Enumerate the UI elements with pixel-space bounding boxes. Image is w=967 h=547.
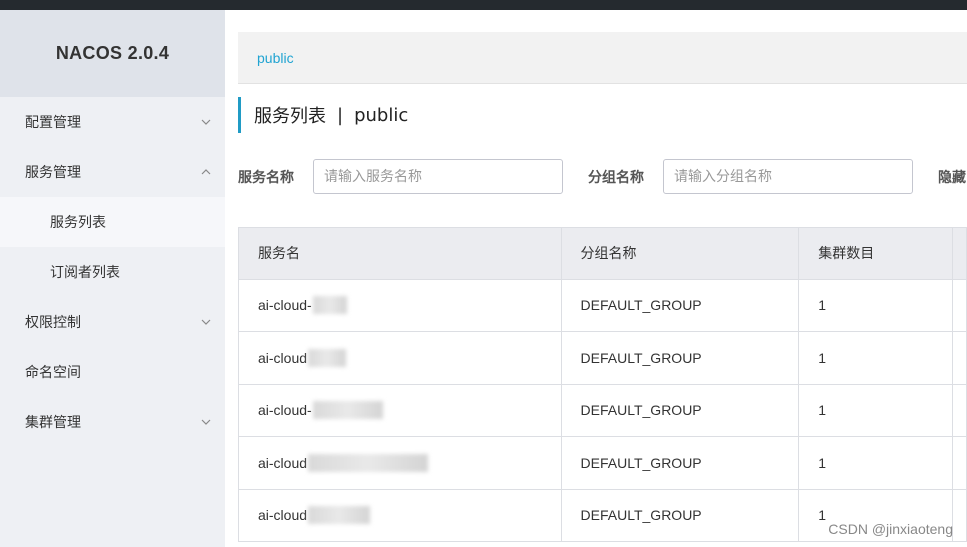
sidebar-item-label: 集群管理 bbox=[25, 415, 81, 431]
sidebar-item-label: 服务列表 bbox=[50, 215, 106, 231]
brand-logo: NACOS 2.0.4 bbox=[0, 10, 225, 97]
group-name-cell: DEFAULT_GROUP bbox=[562, 437, 800, 489]
table-header: 服务名 分组名称 集群数目 bbox=[239, 227, 967, 280]
sidebar-menu: 配置管理 服务管理 服务列表 订阅者列表 权限控制 命名空间 集群管理 bbox=[0, 97, 225, 447]
redacted-text bbox=[308, 348, 347, 367]
group-name-cell: DEFAULT_GROUP bbox=[562, 384, 800, 436]
cluster-count-cell: 1 bbox=[799, 279, 954, 331]
cluster-count-cell: 1 bbox=[799, 384, 954, 436]
sidebar-item-label: 命名空间 bbox=[25, 365, 81, 381]
table-row[interactable]: ai-cloud DEFAULT_GROUP 1 bbox=[239, 437, 967, 490]
cluster-count-cell: 1 bbox=[799, 332, 954, 384]
table-row[interactable]: ai-cloud- DEFAULT_GROUP 1 bbox=[239, 279, 967, 332]
group-name-cell: DEFAULT_GROUP bbox=[562, 279, 800, 331]
chevron-down-icon bbox=[199, 415, 213, 429]
service-name-cell: ai-cloud- bbox=[239, 384, 562, 436]
watermark: CSDN @jinxiaoteng bbox=[828, 521, 953, 537]
sidebar-item-config-management[interactable]: 配置管理 bbox=[0, 97, 225, 147]
sidebar: NACOS 2.0.4 配置管理 服务管理 服务列表 订阅者列表 权限控制 命名… bbox=[0, 10, 225, 547]
namespace-bar: public bbox=[238, 32, 967, 84]
filter-bar: 服务名称 分组名称 隐藏 bbox=[238, 159, 967, 194]
service-name-cell: ai-cloud bbox=[239, 332, 562, 384]
namespace-link-public[interactable]: public bbox=[257, 50, 294, 66]
page-title-namespace: public bbox=[354, 104, 409, 126]
main-content: public 服务列表 | public 服务名称 分组名称 隐藏 服务名 分组… bbox=[225, 10, 967, 547]
service-name-label: 服务名称 bbox=[238, 169, 294, 186]
page-title-text: 服务列表 bbox=[254, 106, 326, 127]
sidebar-item-subscriber-list[interactable]: 订阅者列表 bbox=[0, 247, 225, 297]
top-bar bbox=[0, 0, 967, 10]
table-row[interactable]: ai-cloud DEFAULT_GROUP 1 bbox=[239, 332, 967, 385]
sidebar-item-service-management[interactable]: 服务管理 bbox=[0, 147, 225, 197]
hide-empty-label: 隐藏 bbox=[938, 169, 966, 186]
chevron-down-icon bbox=[199, 115, 213, 129]
sidebar-item-label: 订阅者列表 bbox=[50, 265, 120, 281]
redacted-text bbox=[312, 401, 383, 420]
sidebar-item-service-list[interactable]: 服务列表 bbox=[0, 197, 225, 247]
sidebar-item-label: 服务管理 bbox=[25, 165, 81, 181]
sidebar-item-namespace[interactable]: 命名空间 bbox=[0, 347, 225, 397]
sidebar-item-access-control[interactable]: 权限控制 bbox=[0, 297, 225, 347]
service-name-input[interactable] bbox=[313, 159, 563, 194]
group-name-input[interactable] bbox=[663, 159, 913, 194]
service-name-cell: ai-cloud bbox=[239, 489, 562, 541]
sidebar-item-cluster-management[interactable]: 集群管理 bbox=[0, 397, 225, 447]
column-header-service-name: 服务名 bbox=[239, 228, 562, 279]
group-name-label: 分组名称 bbox=[588, 169, 644, 186]
service-name-cell: ai-cloud bbox=[239, 437, 562, 489]
redacted-text bbox=[312, 296, 347, 315]
chevron-up-icon bbox=[199, 165, 213, 179]
redacted-text bbox=[308, 506, 371, 525]
column-header-group-name: 分组名称 bbox=[562, 228, 800, 279]
title-separator: | bbox=[337, 104, 344, 126]
redacted-text bbox=[308, 453, 429, 472]
group-name-cell: DEFAULT_GROUP bbox=[562, 489, 800, 541]
column-header-cluster-count: 集群数目 bbox=[799, 228, 954, 279]
table-row[interactable]: ai-cloud- DEFAULT_GROUP 1 bbox=[239, 384, 967, 437]
chevron-down-icon bbox=[199, 315, 213, 329]
sidebar-item-label: 权限控制 bbox=[25, 315, 81, 331]
service-table: 服务名 分组名称 集群数目 ai-cloud- DEFAULT_GROUP 1 … bbox=[238, 227, 967, 542]
group-name-cell: DEFAULT_GROUP bbox=[562, 332, 800, 384]
cluster-count-cell: 1 bbox=[799, 437, 954, 489]
sidebar-item-label: 配置管理 bbox=[25, 115, 81, 131]
page-title: 服务列表 | public bbox=[238, 97, 408, 133]
service-name-cell: ai-cloud- bbox=[239, 279, 562, 331]
